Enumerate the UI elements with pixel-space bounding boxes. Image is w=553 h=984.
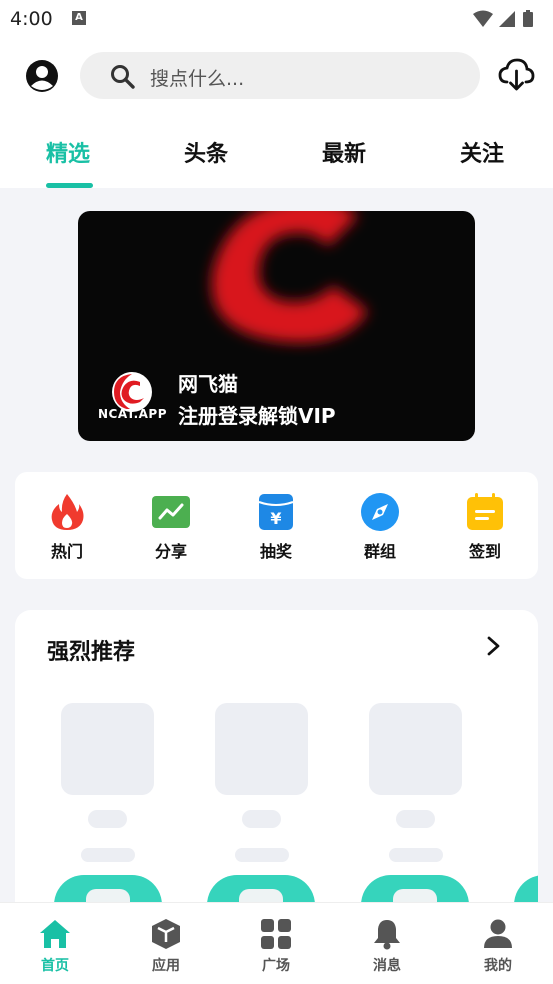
app-placeholder-thumbnail [215,703,308,795]
user-circle-icon [26,60,58,92]
app-placeholder-desc [235,848,289,862]
banner-subtitle: 注册登录解锁VIP [178,404,336,428]
user-icon [484,919,512,948]
button-placeholder-label [393,889,437,902]
app-placeholder-button[interactable] [361,875,469,902]
profile-avatar-button[interactable] [24,58,60,94]
quick-action-hot[interactable]: 热门 [32,492,102,562]
nav-home[interactable]: 首页 [20,917,90,975]
lottery-yen-icon: ¥ [258,494,294,530]
battery-icon [523,10,533,27]
promo-banner[interactable]: NCAT.APP 网飞猫 注册登录解锁VIP [78,211,475,441]
nav-square[interactable]: 广场 [241,917,311,975]
app-placeholder-thumbnail [61,703,154,795]
status-time: 4:00 [10,8,53,30]
bell-icon [374,920,400,950]
chevron-right-icon[interactable] [483,634,505,658]
app-placeholder-desc [81,848,135,862]
tab-featured[interactable]: 精选 [46,136,90,168]
search-placeholder: 搜点什么... [150,68,245,90]
app-placeholder-button[interactable] [207,875,315,902]
search-bar[interactable]: 搜点什么... [80,52,480,99]
cloud-download-icon [498,58,535,91]
app-placeholder-desc [389,848,443,862]
button-placeholder-label [86,889,130,902]
status-bar: 4:00 A [0,0,553,36]
grid-icon [261,919,291,949]
nav-label: 首页 [41,958,69,974]
quick-action-checkin[interactable]: 签到 [450,492,520,562]
bottom-navigation: 首页 应用 广场 消息 我的 [0,902,553,984]
quick-action-lottery[interactable]: ¥ 抽奖 [241,492,311,562]
app-placeholder-thumbnail [369,703,462,795]
banner-graphic [211,211,368,343]
app-placeholder-name [88,810,127,828]
nav-label: 我的 [484,958,512,974]
quick-action-label: 分享 [154,542,187,561]
app-placeholder-button[interactable] [54,875,162,902]
app-placeholder-name [396,810,435,828]
quick-action-label: 签到 [468,542,501,561]
tab-latest[interactable]: 最新 [322,136,366,168]
button-placeholder-label [239,889,283,902]
banner-logo-text: NCAT.APP [98,407,168,421]
app-placeholder-name [242,810,281,828]
notification-a-icon: A [72,11,86,25]
tab-following[interactable]: 关注 [460,136,504,168]
nav-apps[interactable]: 应用 [131,917,201,975]
tab-headlines[interactable]: 头条 [184,136,228,168]
banner-title: 网飞猫 [178,372,238,396]
quick-action-share[interactable]: 分享 [136,492,206,562]
compass-icon [361,493,399,531]
recommend-title: 强烈推荐 [47,640,136,665]
nav-mine[interactable]: 我的 [463,917,533,975]
quick-action-label: 抽奖 [259,542,292,561]
search-icon [110,64,136,94]
quick-action-label: 热门 [50,542,83,561]
chart-trend-icon [152,496,190,528]
download-button[interactable] [497,56,535,94]
quick-action-label: 群组 [363,542,396,561]
quick-actions: 热门 分享 ¥ 抽奖 群组 签到 [15,472,538,579]
cube-icon [152,919,180,949]
category-tabs: 精选 头条 最新 关注 [0,116,553,188]
status-icons [471,9,541,33]
wifi-icon [473,10,493,27]
nav-messages[interactable]: 消息 [352,917,422,975]
home-icon [40,920,70,948]
svg-text:¥: ¥ [270,509,281,528]
app-placeholder-button[interactable] [514,875,538,902]
quick-action-groups[interactable]: 群组 [345,492,415,562]
calendar-checkin-icon [467,493,503,530]
nav-label: 广场 [262,958,290,974]
signal-icon [499,11,515,27]
fire-icon [51,494,84,530]
nav-label: 应用 [152,958,180,974]
main-content: NCAT.APP 网飞猫 注册登录解锁VIP 热门 分享 ¥ 抽奖 群组 签到 … [0,188,553,902]
app-header: 搜点什么... [0,36,553,116]
recommend-section: 强烈推荐 [15,610,538,902]
nav-label: 消息 [373,958,401,974]
